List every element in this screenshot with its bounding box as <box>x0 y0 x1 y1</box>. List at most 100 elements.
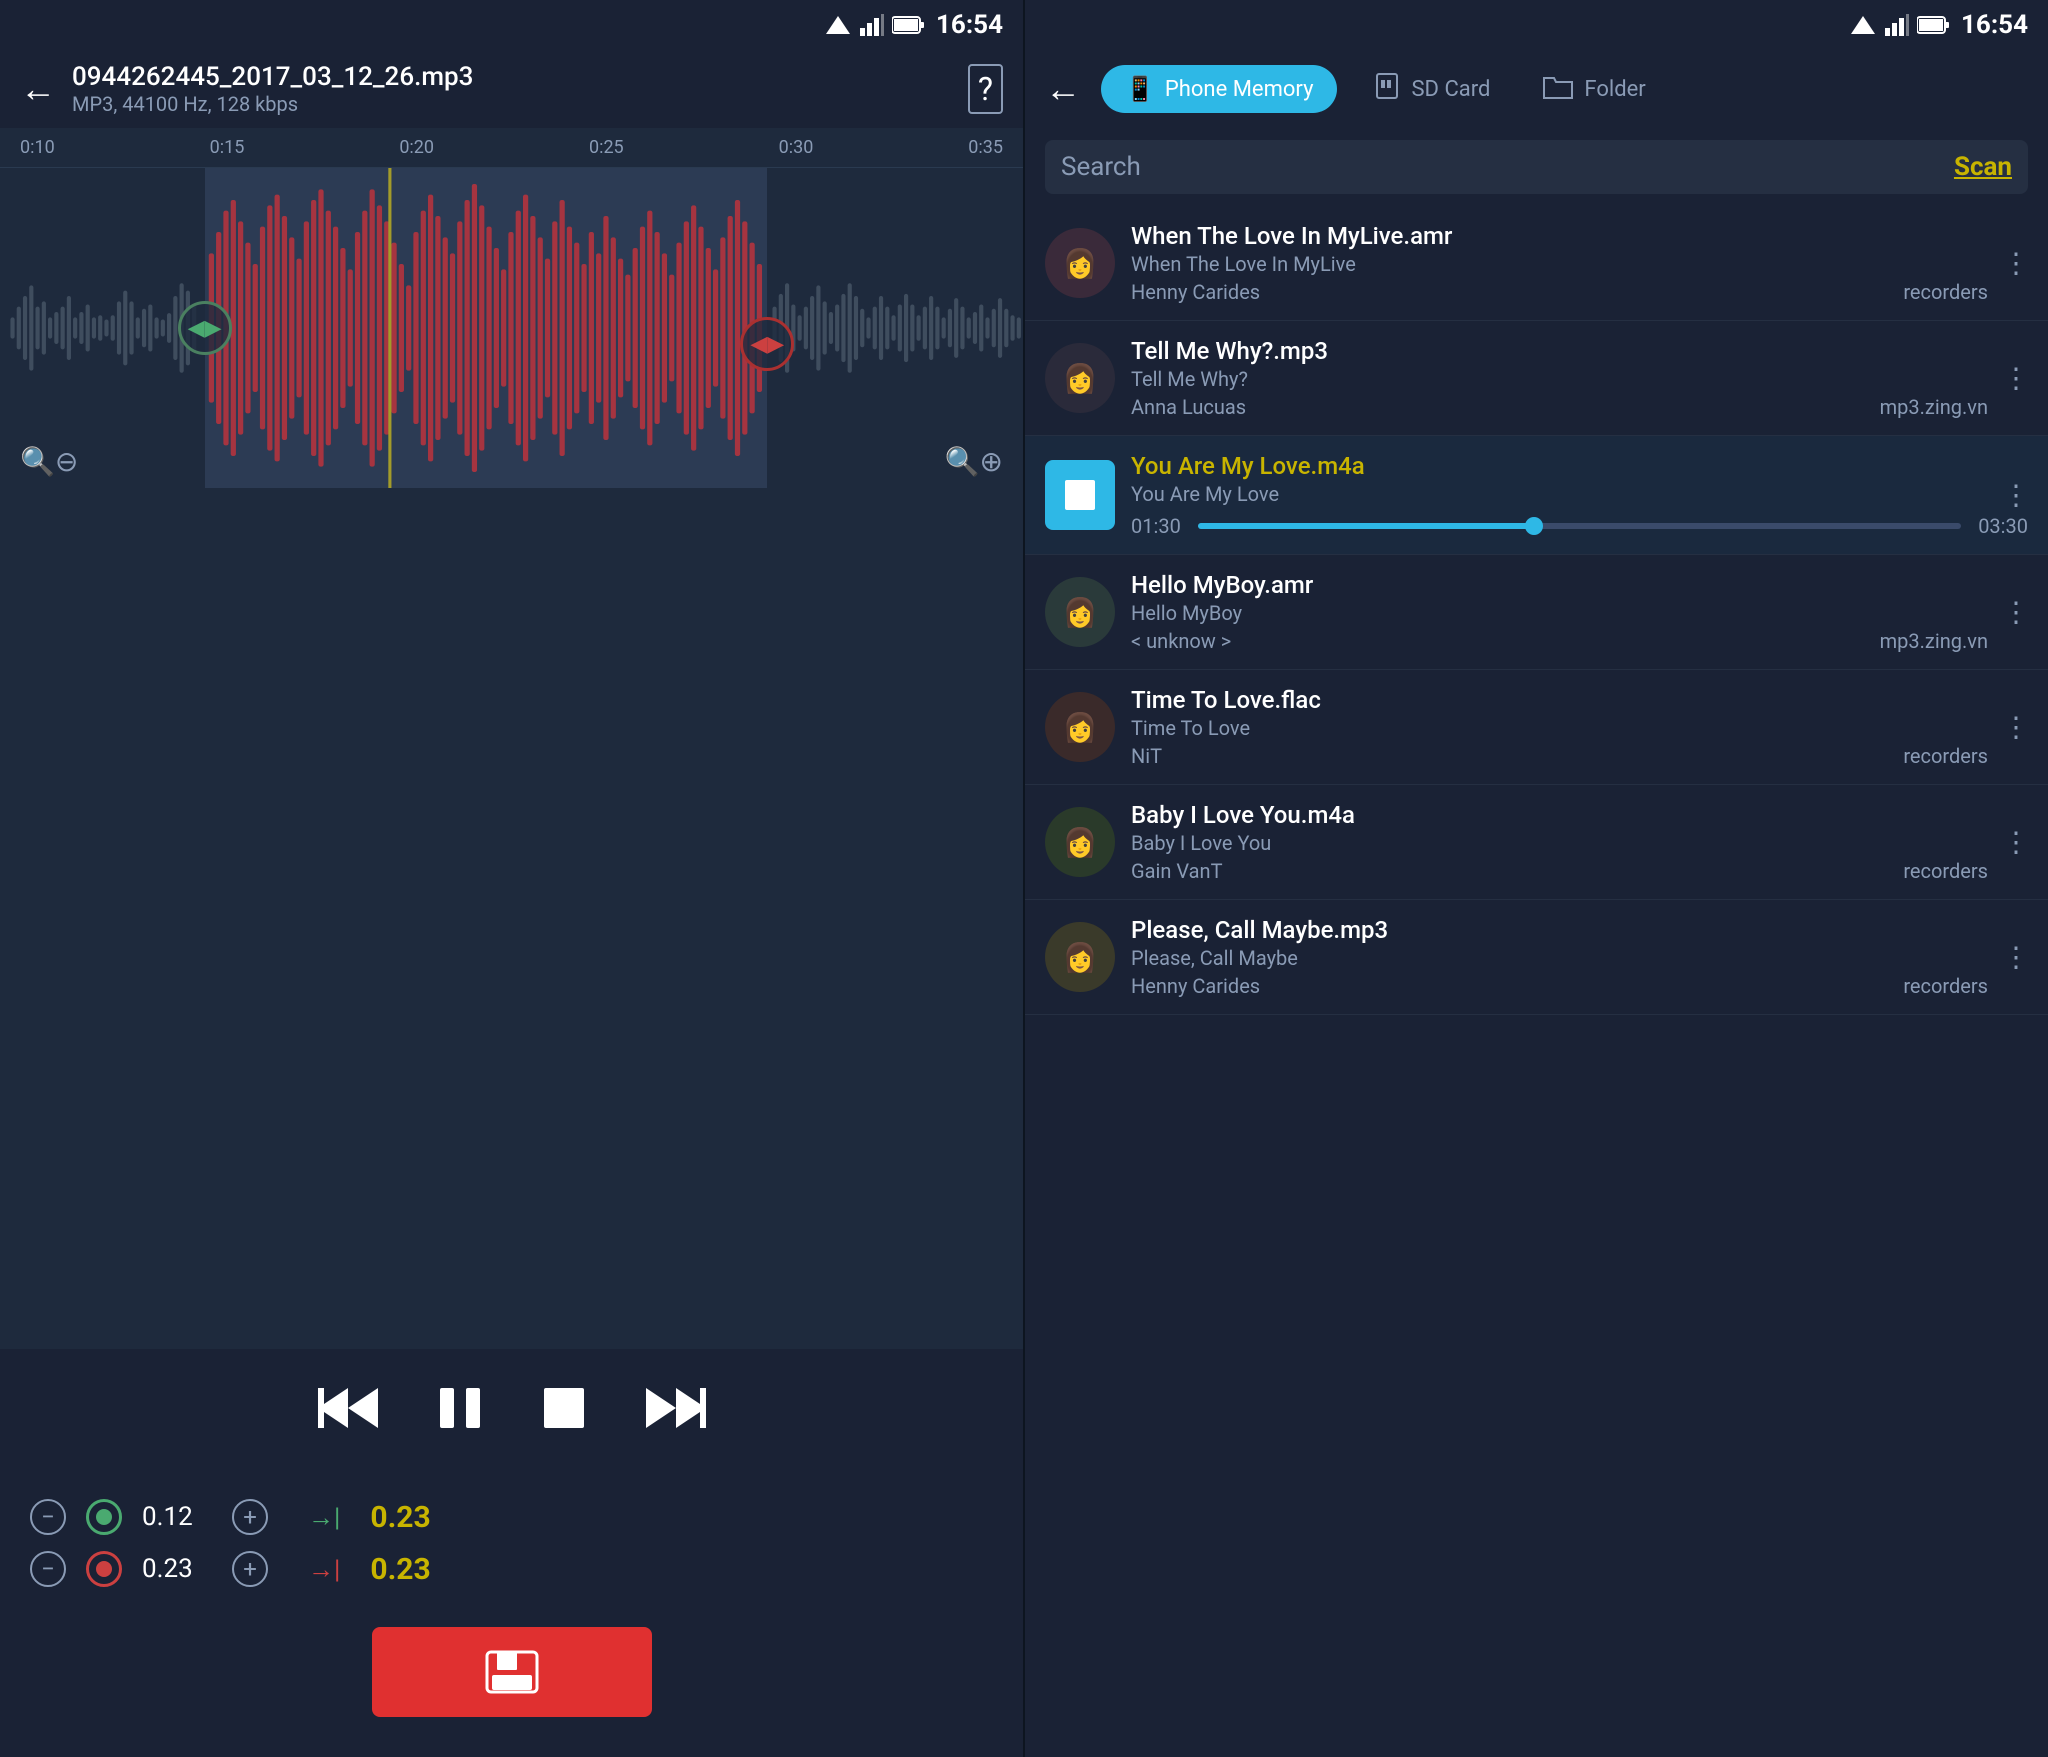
music-info-3: You Are My Love.m4a You Are My Love 01:3… <box>1131 452 2028 538</box>
marker1-arrow: →| <box>308 1502 340 1533</box>
music-source-6: recorders <box>1903 859 1988 883</box>
music-subtitle-7: Please, Call Maybe <box>1131 946 2028 970</box>
timeline-mark-0: 0:10 <box>20 137 55 158</box>
music-avatar-2: 👩 <box>1045 343 1115 413</box>
progress-current-time: 01:30 <box>1131 514 1186 538</box>
sd-card-svg-icon <box>1373 72 1401 100</box>
music-info-4: Hello MyBoy.amr Hello MyBoy < unknow > m… <box>1131 571 2028 653</box>
marker2-time: 0.23 <box>370 1552 430 1587</box>
fast-forward-icon <box>646 1383 706 1433</box>
marker2-minus-button[interactable]: − <box>30 1551 66 1587</box>
marker-row-1: − 0.12 + →| 0.23 <box>30 1499 993 1535</box>
music-avatar-3 <box>1045 460 1115 530</box>
marker2-dot[interactable] <box>86 1551 122 1587</box>
left-header-info: 0944262445_2017_03_12_26.mp3 MP3, 44100 … <box>72 62 952 116</box>
zoom-out-button[interactable]: 🔍⊖ <box>20 445 78 478</box>
signal-icon <box>824 14 852 36</box>
marker2-plus-button[interactable]: + <box>232 1551 268 1587</box>
music-subtitle-6: Baby I Love You <box>1131 831 2028 855</box>
right-status-bar: 16:54 <box>1025 0 2048 50</box>
music-source-1: recorders <box>1903 280 1988 304</box>
more-button-3[interactable]: ⋮ <box>1994 471 2038 520</box>
end-handle[interactable]: ◀▶ <box>740 317 794 371</box>
music-artist-1: Henny Carides <box>1131 280 1260 304</box>
stop-button[interactable] <box>542 1383 586 1445</box>
more-button-6[interactable]: ⋮ <box>1994 818 2038 867</box>
more-button-1[interactable]: ⋮ <box>1994 239 2038 288</box>
progress-container-3: 01:30 03:30 <box>1131 514 2028 538</box>
music-item-2[interactable]: 👩 Tell Me Why?.mp3 Tell Me Why? Anna Luc… <box>1025 321 2048 436</box>
marker1-dot[interactable] <box>86 1499 122 1535</box>
music-meta-5: NiT recorders <box>1131 744 2028 768</box>
progress-bar[interactable] <box>1198 523 1961 529</box>
timeline-mark-1: 0:15 <box>210 137 245 158</box>
tab-phone-memory[interactable]: 📱 Phone Memory <box>1101 65 1337 113</box>
start-handle[interactable]: ◀▶ <box>178 301 232 355</box>
rewind-icon <box>318 1383 378 1433</box>
music-artist-2: Anna Lucuas <box>1131 395 1246 419</box>
music-artist-6: Gain VanT <box>1131 859 1223 883</box>
music-item-5[interactable]: 👩 Time To Love.flac Time To Love NiT rec… <box>1025 670 2048 785</box>
rewind-button[interactable] <box>318 1383 378 1445</box>
music-title-4: Hello MyBoy.amr <box>1131 571 2028 599</box>
fast-forward-button[interactable] <box>646 1383 706 1445</box>
search-bar[interactable]: Search Scan <box>1045 140 2028 194</box>
more-button-2[interactable]: ⋮ <box>1994 354 2038 403</box>
save-icon <box>482 1647 542 1697</box>
zoom-in-button[interactable]: 🔍⊕ <box>945 445 1003 478</box>
music-item-6[interactable]: 👩 Baby I Love You.m4a Baby I Love You Ga… <box>1025 785 2048 900</box>
left-status-bar: 16:54 <box>0 0 1023 50</box>
music-info-1: When The Love In MyLive.amr When The Lov… <box>1131 222 2028 304</box>
right-signal-icon <box>1849 14 1877 36</box>
waveform-container: 0:10 0:15 0:20 0:25 0:30 0:35 <box>0 128 1023 1349</box>
music-subtitle-5: Time To Love <box>1131 716 2028 740</box>
waveform-area[interactable]: ◀▶ ◀▶ 🔍⊖ 🔍⊕ <box>0 168 1023 488</box>
marker1-value: 0.12 <box>142 1502 212 1532</box>
right-panel: 16:54 ← 📱 Phone Memory SD Card <box>1025 0 2048 1757</box>
music-title-7: Please, Call Maybe.mp3 <box>1131 916 2028 944</box>
music-source-4: mp3.zing.vn <box>1880 629 1988 653</box>
music-artist-4: < unknow > <box>1131 629 1231 653</box>
left-header-icon[interactable]: ? <box>968 64 1003 114</box>
timeline-mark-4: 0:30 <box>779 137 814 158</box>
scan-button[interactable]: Scan <box>1954 152 2012 182</box>
right-status-icons <box>1849 14 1951 36</box>
save-button[interactable] <box>372 1627 652 1717</box>
marker1-plus-button[interactable]: + <box>232 1499 268 1535</box>
more-button-7[interactable]: ⋮ <box>1994 933 2038 982</box>
music-title-2: Tell Me Why?.mp3 <box>1131 337 2028 365</box>
music-avatar-6: 👩 <box>1045 807 1115 877</box>
start-handle-icon: ◀▶ <box>188 316 222 341</box>
music-title-6: Baby I Love You.m4a <box>1131 801 2028 829</box>
tab-folder[interactable]: Folder <box>1526 62 1661 116</box>
left-back-button[interactable]: ← <box>20 68 56 110</box>
music-source-7: recorders <box>1903 974 1988 998</box>
music-source-5: recorders <box>1903 744 1988 768</box>
timeline-mark-5: 0:35 <box>968 137 1003 158</box>
music-info-5: Time To Love.flac Time To Love NiT recor… <box>1131 686 2028 768</box>
music-subtitle-3: You Are My Love <box>1131 482 2028 506</box>
music-subtitle-4: Hello MyBoy <box>1131 601 2028 625</box>
music-item-4[interactable]: 👩 Hello MyBoy.amr Hello MyBoy < unknow >… <box>1025 555 2048 670</box>
music-artist-7: Henny Carides <box>1131 974 1260 998</box>
right-battery-icon <box>1917 15 1951 35</box>
tab-phone-memory-label: Phone Memory <box>1165 77 1314 102</box>
pause-button[interactable] <box>438 1383 482 1445</box>
music-meta-7: Henny Carides recorders <box>1131 974 2028 998</box>
phone-memory-icon: 📱 <box>1125 75 1155 103</box>
music-item-1[interactable]: 👩 When The Love In MyLive.amr When The L… <box>1025 206 2048 321</box>
music-title-5: Time To Love.flac <box>1131 686 2028 714</box>
progress-bar-fill <box>1198 523 1534 529</box>
marker1-minus-button[interactable]: − <box>30 1499 66 1535</box>
tab-sd-card[interactable]: SD Card <box>1357 62 1506 116</box>
music-item-3[interactable]: You Are My Love.m4a You Are My Love 01:3… <box>1025 436 2048 555</box>
music-meta-4: < unknow > mp3.zing.vn <box>1131 629 2028 653</box>
music-item-7[interactable]: 👩 Please, Call Maybe.mp3 Please, Call Ma… <box>1025 900 2048 1015</box>
music-avatar-5: 👩 <box>1045 692 1115 762</box>
right-back-button[interactable]: ← <box>1045 68 1081 110</box>
more-button-4[interactable]: ⋮ <box>1994 588 2038 637</box>
network-icon <box>860 14 884 36</box>
progress-thumb <box>1525 517 1543 535</box>
music-meta-6: Gain VanT recorders <box>1131 859 2028 883</box>
more-button-5[interactable]: ⋮ <box>1994 703 2038 752</box>
